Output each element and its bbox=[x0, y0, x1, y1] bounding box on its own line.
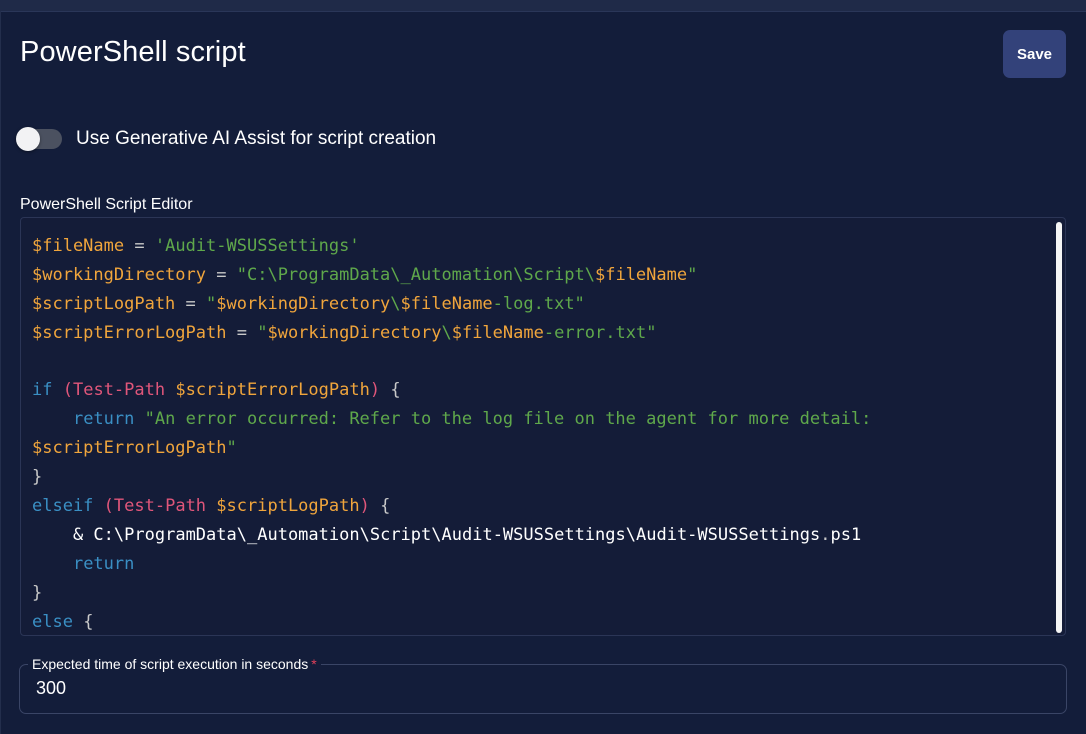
code-line: return bbox=[72, 553, 135, 574]
code-line: $scriptLogPath = "$workingDirectory\$fil… bbox=[32, 293, 585, 314]
script-editor[interactable]: $fileName = 'Audit-WSUSSettings' $working… bbox=[20, 217, 1066, 636]
toggle-knob bbox=[16, 127, 40, 151]
editor-scrollbar[interactable] bbox=[1056, 222, 1062, 633]
top-bar bbox=[0, 0, 1086, 12]
execution-time-label: Expected time of script execution in sec… bbox=[28, 656, 321, 672]
code-line: & C:\ProgramData\_Automation\Script\Audi… bbox=[32, 524, 862, 545]
code-line: $fileName = 'Audit-WSUSSettings' bbox=[32, 236, 360, 256]
code-line: $scriptErrorLogPath" bbox=[32, 438, 237, 459]
required-marker: * bbox=[311, 656, 317, 672]
code-line: elseif (Test-Path $scriptLogPath) { bbox=[32, 496, 391, 517]
ai-assist-toggle[interactable] bbox=[16, 127, 62, 151]
page-title: PowerShell script bbox=[20, 36, 246, 68]
code-line: $workingDirectory = "C:\ProgramData\_Aut… bbox=[32, 264, 698, 285]
code-line: } bbox=[32, 582, 43, 603]
editor-label: PowerShell Script Editor bbox=[20, 196, 193, 213]
code-line: else { bbox=[32, 611, 94, 632]
code-area[interactable]: $fileName = 'Audit-WSUSSettings' $working… bbox=[32, 232, 1045, 635]
page-border bbox=[0, 11, 1, 734]
code-line: if (Test-Path $scriptErrorLogPath) { bbox=[32, 380, 401, 401]
code-line: $scriptErrorLogPath = "$workingDirectory… bbox=[32, 322, 657, 343]
code-line: return "An error occurred: Refer to the … bbox=[72, 409, 872, 430]
execution-time-label-text: Expected time of script execution in sec… bbox=[32, 656, 309, 672]
save-button[interactable]: Save bbox=[1003, 30, 1066, 78]
execution-time-input[interactable] bbox=[36, 678, 1036, 699]
code-line: } bbox=[32, 467, 43, 488]
ai-assist-label: Use Generative AI Assist for script crea… bbox=[76, 128, 437, 149]
